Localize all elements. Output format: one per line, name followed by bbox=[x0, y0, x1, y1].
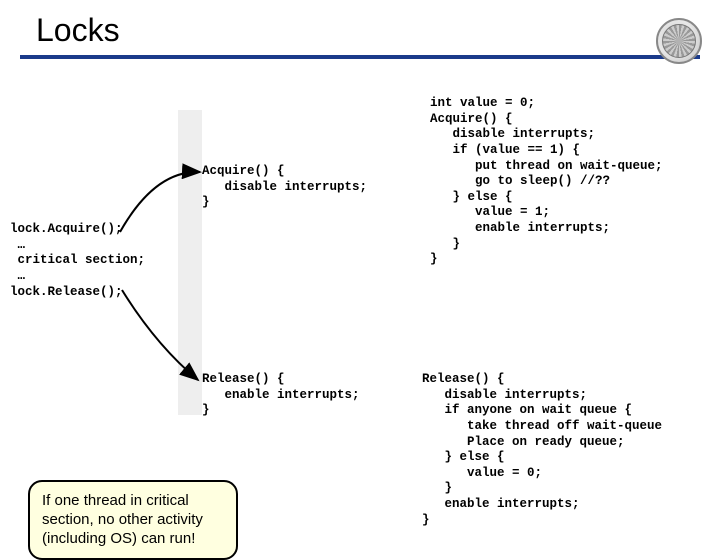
code-release-simple: Release() { enable interrupts; } bbox=[202, 372, 360, 419]
callout-box: If one thread in critical section, no ot… bbox=[28, 480, 238, 560]
code-release-full: Release() { disable interrupts; if anyon… bbox=[422, 372, 662, 528]
slide-title: Locks bbox=[36, 12, 720, 49]
vertical-band bbox=[178, 110, 202, 415]
seal-logo bbox=[656, 18, 702, 64]
code-lock-usage: lock.Acquire(); … critical section; … lo… bbox=[10, 222, 145, 300]
title-rule bbox=[20, 55, 700, 59]
slide-body: lock.Acquire(); … critical section; … lo… bbox=[0, 90, 720, 552]
code-acquire-simple: Acquire() { disable interrupts; } bbox=[202, 164, 367, 211]
code-acquire-full: int value = 0; Acquire() { disable inter… bbox=[430, 96, 663, 268]
